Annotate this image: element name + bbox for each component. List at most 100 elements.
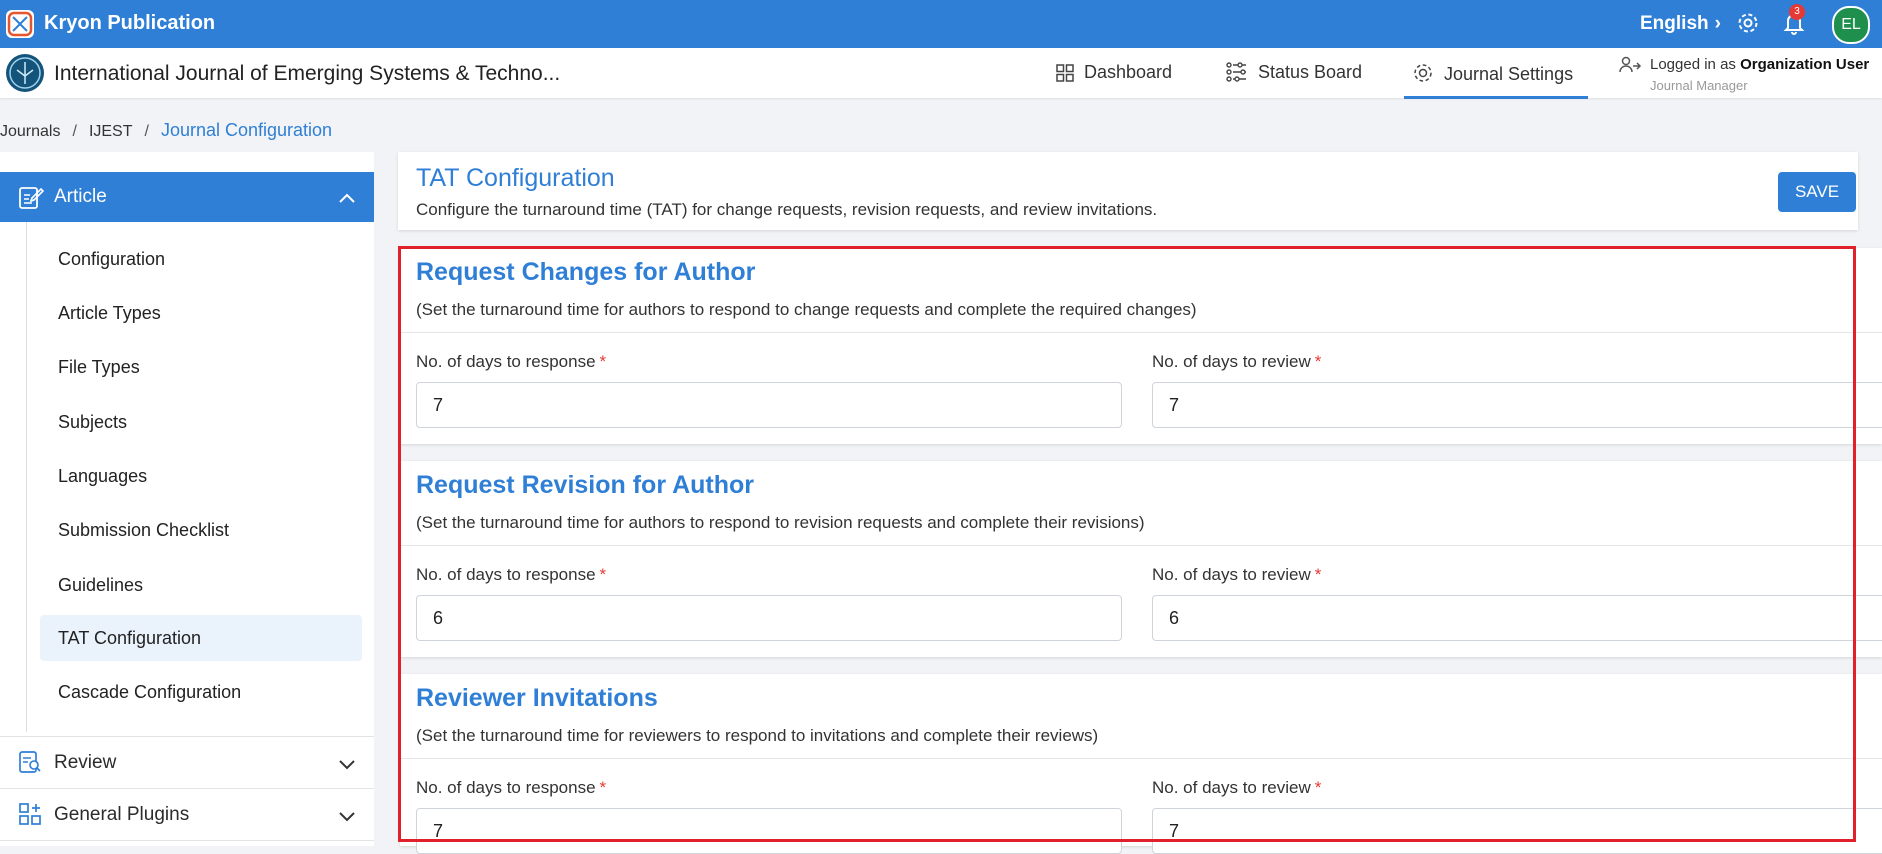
input-value: 7 bbox=[433, 395, 444, 415]
login-role: Journal Manager bbox=[1650, 78, 1748, 93]
nav-dashboard-label: Dashboard bbox=[1084, 62, 1173, 82]
input-value: 6 bbox=[433, 608, 444, 628]
sidebar-item-file-types[interactable]: File Types bbox=[40, 344, 362, 390]
nav-journal-settings-label: Journal Settings bbox=[1444, 64, 1574, 84]
section-description: (Set the turnaround time for authors to … bbox=[416, 513, 1145, 532]
required-marker: * bbox=[599, 565, 607, 584]
user-switch-icon[interactable] bbox=[1618, 54, 1642, 83]
sidebar-item-label: Article Types bbox=[58, 303, 161, 323]
login-user: Organization User bbox=[1740, 56, 1870, 73]
chevron-up-icon bbox=[338, 188, 356, 210]
label-text: No. of days to review bbox=[1152, 778, 1311, 797]
sidebar-section-article[interactable]: Article bbox=[0, 172, 374, 222]
sidebar-divider bbox=[0, 840, 374, 841]
grid-icon bbox=[1056, 64, 1074, 82]
response-days-input[interactable]: 7 bbox=[416, 382, 1122, 428]
required-marker: * bbox=[1314, 778, 1322, 797]
journal-title: International Journal of Emerging System… bbox=[54, 62, 561, 85]
chevron-right-icon: › bbox=[1714, 13, 1721, 34]
review-days-input[interactable]: 7 bbox=[1152, 808, 1882, 854]
notification-badge: 3 bbox=[1789, 4, 1805, 20]
review-days-input[interactable]: 6 bbox=[1152, 595, 1882, 641]
review-days-label: No. of days to review * bbox=[1152, 778, 1321, 798]
sidebar-item-label: Configuration bbox=[58, 249, 166, 269]
required-marker: * bbox=[1314, 565, 1322, 584]
label-text: No. of days to response bbox=[416, 352, 596, 371]
app-title: Kryon Publication bbox=[44, 12, 216, 34]
section-request-revision: Request Revision for Author (Set the tur… bbox=[400, 461, 1882, 657]
save-button[interactable]: SAVE bbox=[1778, 172, 1856, 212]
chevron-down-icon bbox=[338, 754, 356, 776]
breadcrumb-current: Journal Configuration bbox=[160, 120, 333, 140]
section-description: (Set the turnaround time for reviewers t… bbox=[416, 726, 1099, 745]
response-days-input[interactable]: 6 bbox=[416, 595, 1122, 641]
section-title: Request Changes for Author bbox=[416, 258, 756, 286]
gear-icon bbox=[1414, 64, 1432, 82]
user-avatar[interactable]: EL bbox=[1832, 6, 1870, 44]
sidebar-section-general-plugins[interactable]: General Plugins bbox=[0, 790, 374, 840]
response-days-input[interactable]: 7 bbox=[416, 808, 1122, 854]
tat-header-card: TAT Configuration Configure the turnarou… bbox=[398, 152, 1858, 230]
sidebar-item-label: Cascade Configuration bbox=[58, 682, 242, 702]
sidebar-plugins-label: General Plugins bbox=[54, 804, 190, 825]
sidebar-item-subjects[interactable]: Subjects bbox=[40, 399, 362, 445]
sidebar-item-languages[interactable]: Languages bbox=[40, 453, 362, 499]
kryon-logo-icon[interactable] bbox=[6, 10, 34, 38]
section-title: Request Revision for Author bbox=[416, 471, 754, 499]
breadcrumb-journals[interactable]: Journals bbox=[0, 123, 60, 140]
sidebar-divider bbox=[0, 788, 374, 789]
review-days-label: No. of days to review * bbox=[1152, 352, 1321, 372]
required-marker: * bbox=[599, 778, 607, 797]
sidebar: Article Configuration Article Types File… bbox=[0, 152, 374, 846]
response-days-label: No. of days to response * bbox=[416, 565, 606, 585]
page-title: TAT Configuration bbox=[416, 164, 615, 192]
section-title: Reviewer Invitations bbox=[416, 684, 658, 712]
input-value: 7 bbox=[433, 821, 444, 841]
active-tab-indicator bbox=[1404, 96, 1588, 99]
sidebar-section-review[interactable]: Review bbox=[0, 738, 374, 788]
label-text: No. of days to response bbox=[416, 565, 596, 584]
section-divider bbox=[400, 545, 1882, 546]
language-selector[interactable]: English › bbox=[1640, 13, 1721, 35]
sidebar-review-label: Review bbox=[54, 752, 117, 773]
section-divider bbox=[400, 758, 1882, 759]
input-value: 6 bbox=[1169, 608, 1180, 628]
nav-dashboard[interactable]: Dashboard bbox=[1056, 62, 1172, 83]
nav-journal-settings[interactable]: Journal Settings bbox=[1412, 62, 1573, 85]
sidebar-item-label: Guidelines bbox=[58, 575, 144, 595]
chevron-down-icon bbox=[338, 806, 356, 828]
journal-header: International Journal of Emerging System… bbox=[0, 48, 1882, 98]
logged-in-text: Logged in as Organization User bbox=[1650, 56, 1869, 73]
status-board-icon bbox=[1226, 62, 1246, 82]
journal-logo bbox=[6, 54, 44, 92]
sidebar-item-label: Subjects bbox=[58, 412, 128, 432]
sidebar-item-guidelines[interactable]: Guidelines bbox=[40, 562, 362, 608]
sidebar-item-label: Submission Checklist bbox=[58, 520, 230, 540]
label-text: No. of days to response bbox=[416, 778, 596, 797]
settings-gear-icon[interactable] bbox=[1736, 11, 1760, 40]
review-days-input[interactable]: 7 bbox=[1152, 382, 1882, 428]
sidebar-divider bbox=[0, 736, 374, 737]
sidebar-item-configuration[interactable]: Configuration bbox=[40, 236, 362, 282]
plugins-grid-icon bbox=[18, 802, 42, 832]
breadcrumb-ijest[interactable]: IJEST bbox=[89, 123, 133, 140]
login-prefix: Logged in as bbox=[1650, 56, 1736, 73]
section-description: (Set the turnaround time for authors to … bbox=[416, 300, 1197, 319]
page-description: Configure the turnaround time (TAT) for … bbox=[416, 200, 1158, 219]
article-edit-icon bbox=[18, 184, 45, 216]
sidebar-item-article-types[interactable]: Article Types bbox=[40, 290, 362, 336]
nav-status-board-label: Status Board bbox=[1258, 62, 1363, 82]
review-days-label: No. of days to review * bbox=[1152, 565, 1321, 585]
sidebar-item-submission-checklist[interactable]: Submission Checklist bbox=[40, 507, 362, 553]
sidebar-item-cascade-configuration[interactable]: Cascade Configuration bbox=[40, 669, 362, 715]
sidebar-item-label: Languages bbox=[58, 466, 148, 486]
breadcrumb: Journals / IJEST / Journal Configuration bbox=[0, 120, 333, 140]
response-days-label: No. of days to response * bbox=[416, 778, 606, 798]
sidebar-tree-line bbox=[26, 222, 27, 732]
required-marker: * bbox=[1314, 352, 1322, 371]
sidebar-item-tat-configuration[interactable]: TAT Configuration bbox=[40, 615, 362, 661]
nav-status-board[interactable]: Status Board bbox=[1226, 62, 1362, 83]
section-divider bbox=[400, 332, 1882, 333]
sidebar-article-label: Article bbox=[54, 186, 107, 207]
response-days-label: No. of days to response * bbox=[416, 352, 606, 372]
